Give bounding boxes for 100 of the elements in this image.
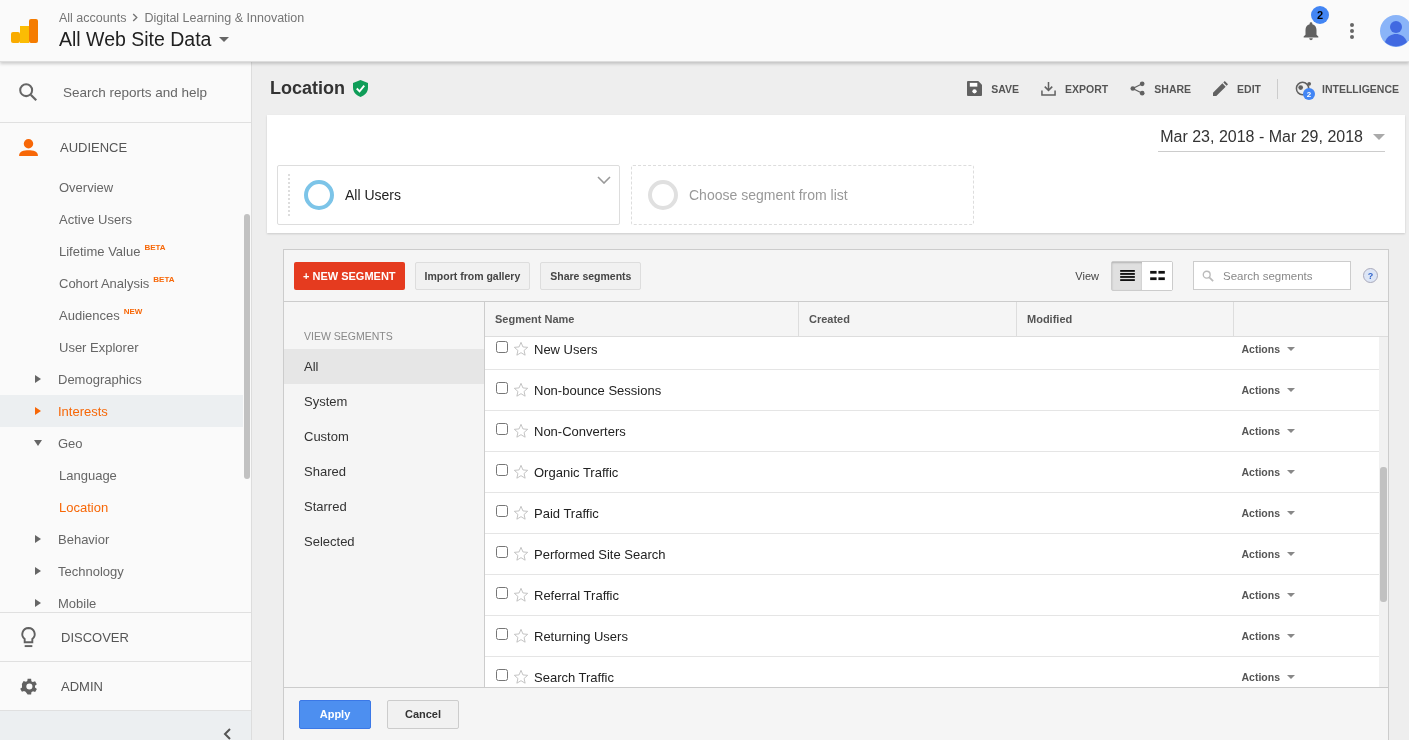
panel-button[interactable]: Share segments [540, 261, 642, 290]
caret-right-icon[interactable] [34, 567, 42, 575]
nav-link[interactable]: Mobile [58, 595, 97, 611]
actions-dropdown[interactable]: Actions [1241, 548, 1295, 560]
star-icon[interactable] [513, 546, 529, 562]
column-header[interactable]: Segment Name [485, 302, 799, 336]
filter-heading: VIEW SEGMENTS [303, 330, 394, 342]
actions-dropdown[interactable]: Actions [1241, 671, 1295, 683]
segment-chip[interactable]: All Users [277, 165, 620, 225]
search-field[interactable]: Search reports and help [61, 83, 225, 101]
star-icon[interactable] [513, 628, 529, 644]
star-icon[interactable] [513, 423, 529, 439]
row-checkbox[interactable] [496, 382, 508, 394]
breadcrumb-link[interactable]: All accounts [59, 10, 127, 25]
count-badge: 2 [1303, 88, 1315, 100]
report-action-button[interactable]: SHARE [1120, 81, 1202, 96]
nav-link[interactable]: Technology [58, 563, 124, 579]
segment-name: Non-Converters [534, 423, 626, 439]
nav-link[interactable]: Overview [59, 179, 114, 195]
actions-dropdown[interactable]: Actions [1241, 425, 1295, 437]
row-checkbox[interactable] [496, 669, 508, 681]
segment-placeholder: Choose segment from list [689, 187, 848, 203]
segment-name: Organic Traffic [534, 464, 619, 480]
nav-link[interactable]: Language [59, 467, 117, 483]
star-icon[interactable] [513, 669, 529, 685]
filter-item[interactable]: Selected [284, 524, 484, 559]
column-header[interactable]: Modified [1017, 302, 1234, 336]
new-segment-button[interactable]: + NEW SEGMENT [294, 261, 405, 290]
sidebar-section-link[interactable]: ADMIN [61, 678, 103, 694]
star-icon[interactable] [513, 382, 529, 398]
caret-down-icon [1287, 593, 1295, 597]
search-segments-field[interactable]: Search segments [1193, 261, 1351, 290]
segment-name: Referral Traffic [534, 587, 619, 603]
actions-dropdown[interactable]: Actions [1241, 384, 1295, 396]
row-checkbox[interactable] [496, 587, 508, 599]
cancel-button[interactable]: Cancel [387, 699, 459, 729]
report-action-button[interactable]: SAVE [957, 81, 1030, 96]
report-title: Location [270, 78, 345, 99]
report-action-button[interactable]: EXPORT [1031, 81, 1119, 96]
caret-right-icon[interactable] [34, 375, 42, 383]
audience-section-link[interactable]: AUDIENCE [60, 139, 128, 155]
actions-dropdown[interactable]: Actions [1241, 630, 1295, 642]
row-checkbox[interactable] [496, 546, 508, 558]
avatar-icon[interactable] [1380, 14, 1409, 47]
segment-name: Search Traffic [534, 669, 614, 685]
caret-right-icon[interactable] [34, 599, 42, 607]
scrollbar[interactable] [1380, 467, 1387, 602]
sidebar-section-link[interactable]: DISCOVER [61, 629, 129, 645]
breadcrumb-link[interactable]: Digital Learning & Innovation [144, 10, 305, 25]
filter-item[interactable]: System [284, 384, 484, 419]
search-icon [17, 81, 39, 103]
nav-link[interactable]: Audiences [59, 307, 120, 323]
caret-right-icon[interactable] [34, 535, 42, 543]
nav-link[interactable]: Active Users [59, 211, 132, 227]
nav-link[interactable]: Geo [58, 435, 83, 451]
report-action-button[interactable]: 2 INTELLIGENCE [1284, 80, 1409, 97]
actions-dropdown[interactable]: Actions [1241, 589, 1295, 601]
report-action-button[interactable]: EDIT [1203, 81, 1271, 96]
date-range-picker[interactable]: Mar 23, 2018 - Mar 29, 2018 [1158, 128, 1385, 152]
lightbulb-icon [18, 626, 39, 648]
row-checkbox[interactable] [496, 505, 508, 517]
filter-item[interactable]: Starred [284, 489, 484, 524]
nav-link[interactable]: Demographics [58, 371, 142, 387]
column-header[interactable]: Created [799, 302, 1017, 336]
star-icon[interactable] [513, 505, 529, 521]
chevron-down-icon[interactable] [597, 176, 611, 184]
caret-down-icon [1373, 134, 1385, 140]
view-toggle-button[interactable] [1142, 261, 1172, 290]
filter-item[interactable]: All [284, 349, 484, 384]
filter-item[interactable]: Custom [284, 419, 484, 454]
help-button[interactable]: ? [1363, 268, 1378, 283]
row-checkbox[interactable] [496, 628, 508, 640]
view-toggle-button[interactable] [1112, 261, 1142, 290]
scrollbar[interactable] [244, 214, 250, 479]
share-icon [1130, 81, 1146, 96]
nav-link[interactable]: Cohort Analysis [59, 275, 150, 291]
caret-down-icon [1287, 511, 1295, 515]
row-checkbox[interactable] [496, 464, 508, 476]
drag-handle-icon[interactable] [288, 174, 293, 216]
filter-item[interactable]: Shared [284, 454, 484, 489]
nav-link[interactable]: Lifetime Value [59, 243, 141, 259]
row-checkbox[interactable] [496, 423, 508, 435]
actions-dropdown[interactable]: Actions [1241, 466, 1295, 478]
caret-down-icon [1287, 388, 1295, 392]
more-options-icon[interactable] [1350, 22, 1354, 39]
row-checkbox[interactable] [496, 341, 508, 353]
star-icon[interactable] [513, 587, 529, 603]
caret-down-icon[interactable] [34, 439, 42, 447]
nav-link[interactable]: User Explorer [59, 339, 139, 355]
star-icon[interactable] [513, 464, 529, 480]
caret-right-icon[interactable] [34, 407, 42, 415]
nav-link[interactable]: Behavior [58, 531, 110, 547]
view-selector[interactable]: All Web Site Data [59, 27, 305, 51]
panel-button[interactable]: Import from gallery [414, 261, 531, 290]
analytics-logo-icon [11, 18, 39, 43]
star-icon[interactable] [513, 341, 529, 357]
actions-dropdown[interactable]: Actions [1241, 343, 1295, 355]
actions-dropdown[interactable]: Actions [1241, 507, 1295, 519]
chevron-right-icon [132, 13, 139, 22]
chevron-left-icon[interactable] [223, 728, 231, 740]
